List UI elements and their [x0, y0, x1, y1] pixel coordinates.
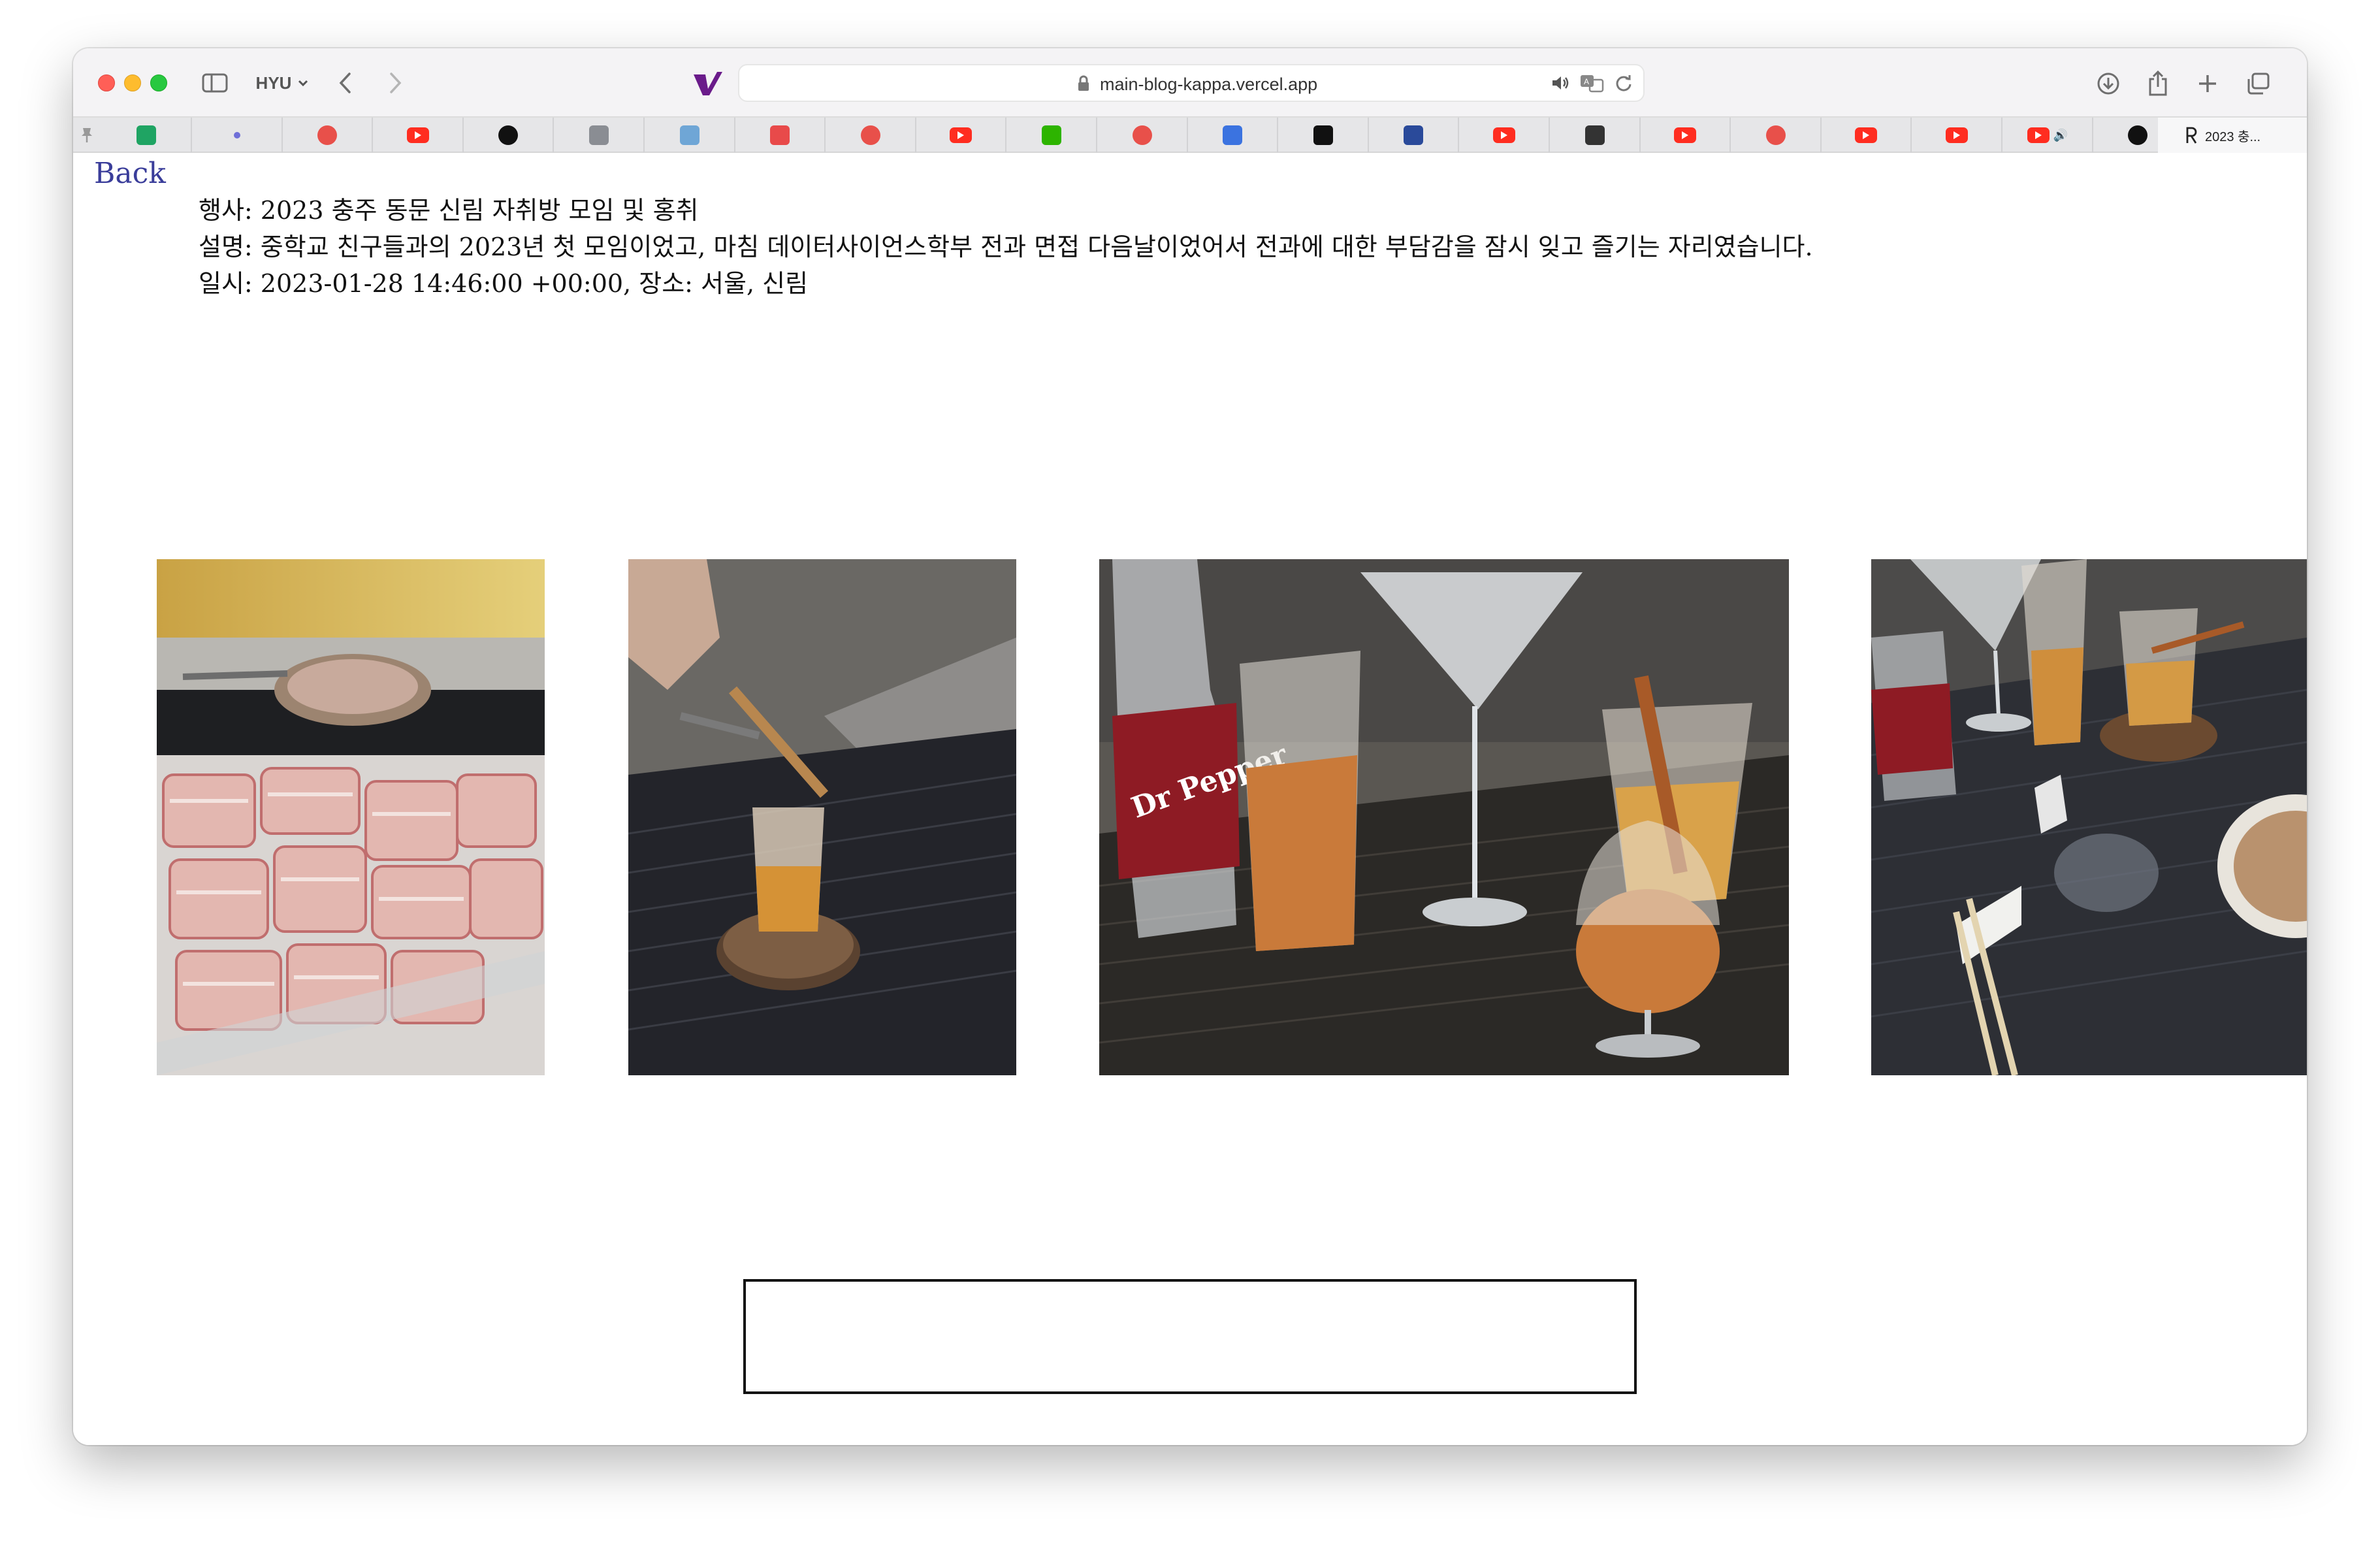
grid-icon [770, 125, 790, 145]
tab-speaker-icon[interactable]: 🔊 [2053, 129, 2068, 142]
profile-label: HYU [255, 73, 292, 93]
notion-icon [1313, 125, 1333, 145]
share-icon[interactable] [2142, 68, 2174, 99]
youtube-icon [950, 127, 972, 143]
dot-icon [227, 125, 247, 145]
profile-button[interactable]: HYU [243, 67, 321, 99]
close-window-button[interactable] [98, 74, 115, 91]
pork-belly-photo[interactable] [157, 559, 545, 1075]
pinned-tab[interactable] [1731, 118, 1822, 153]
pinned-tab[interactable] [645, 118, 735, 153]
event-title-line: 행사: 2023 충주 동문 신림 자취방 모임 및 홍취 [199, 196, 699, 225]
site-r-icon [2186, 127, 2197, 144]
pinned-tab[interactable] [102, 118, 192, 153]
downloads-icon[interactable] [2093, 68, 2124, 99]
translate-icon[interactable]: A [1579, 73, 1605, 93]
pinned-tab[interactable] [1641, 118, 1731, 153]
youtube-icon [2027, 127, 2050, 143]
url-text: main-blog-kappa.vercel.app [1100, 74, 1318, 94]
back-link[interactable]: Back [94, 157, 166, 190]
pinned-tab[interactable] [464, 118, 554, 153]
pinned-tab[interactable] [735, 118, 826, 153]
pinned-tab[interactable] [1188, 118, 1278, 153]
pinned-tab[interactable] [193, 118, 283, 153]
daum-icon [861, 125, 880, 145]
daum-icon [1766, 125, 1786, 145]
youtube-icon [1946, 127, 1968, 143]
drinks-table-photo[interactable]: Dr Pepper [1099, 559, 1789, 1075]
event-info: 행사: 2023 충주 동문 신림 자취방 모임 및 홍취 설명: 중학교 친구… [199, 192, 1813, 302]
pinned-tab[interactable] [374, 118, 464, 153]
speaker-icon[interactable] [1551, 74, 1570, 92]
youtube-icon [1855, 127, 1877, 143]
event-description-line: 설명: 중학교 친구들과의 2023년 첫 모임이었고, 마침 데이터사이언스학… [199, 233, 1813, 261]
pinned-tab[interactable] [916, 118, 1006, 153]
pinned-tab[interactable] [1460, 118, 1550, 153]
tab-overview-icon[interactable] [2243, 68, 2274, 99]
kiki-icon [680, 125, 700, 145]
triangle-icon [2128, 125, 2147, 145]
tab-active[interactable]: 2023 충... [2158, 118, 2307, 153]
reload-icon[interactable] [1615, 74, 1633, 92]
active-tab-title: 2023 충... [2205, 129, 2261, 144]
layout-icon [1404, 125, 1423, 145]
pinned-tab[interactable] [1007, 118, 1097, 153]
sidebar-toggle-icon[interactable] [199, 67, 231, 99]
daum-icon [317, 125, 337, 145]
tab-strip: 🔊 2023 충... [73, 118, 2307, 153]
history-forward-button[interactable] [379, 67, 411, 99]
browser-toolbar: HYU main-blog-kappa.vercel.app A [73, 48, 2307, 118]
new-tab-icon[interactable] [2192, 68, 2223, 99]
pinned-tab[interactable] [826, 118, 916, 153]
pin-icon [82, 128, 92, 142]
zoom-window-button[interactable] [150, 74, 167, 91]
pinned-tab[interactable]: 🔊 [2003, 118, 2093, 153]
comment-box[interactable] [743, 1279, 1637, 1394]
pinned-tab[interactable] [555, 118, 645, 153]
history-back-button[interactable] [329, 67, 362, 99]
pinned-tab[interactable] [1551, 118, 1641, 153]
page-content: Back 행사: 2023 충주 동문 신림 자취방 모임 및 홍취 설명: 중… [73, 154, 2307, 1445]
event-datetime-line: 일시: 2023-01-28 14:46:00 +00:00, 장소: 서울, … [199, 269, 809, 298]
address-bar[interactable]: main-blog-kappa.vercel.app A [738, 64, 1645, 102]
whisky-glass-photo[interactable] [628, 559, 1016, 1075]
figure-icon [1585, 125, 1605, 145]
swirl-icon [498, 125, 518, 145]
site-favicon-icon [694, 72, 722, 95]
minimize-window-button[interactable] [124, 74, 141, 91]
g-icon [589, 125, 609, 145]
browser-window: HYU main-blog-kappa.vercel.app A 🔊 2023 … [73, 48, 2307, 1445]
chevron-down-icon [298, 80, 308, 87]
naver-icon [1042, 125, 1061, 145]
bookmark-icon [1223, 125, 1242, 145]
lock-icon [1078, 75, 1089, 91]
sheets-icon [137, 125, 156, 145]
pinned-tab[interactable] [283, 118, 373, 153]
youtube-icon [1674, 127, 1696, 143]
pinned-tab[interactable] [1098, 118, 1188, 153]
daum-icon [1133, 125, 1152, 145]
pinned-tab[interactable] [1912, 118, 2002, 153]
svg-text:A: A [1584, 77, 1589, 86]
pinned-tab[interactable] [1369, 118, 1459, 153]
pinned-tab[interactable] [1279, 118, 1369, 153]
pinned-tab[interactable] [1822, 118, 1912, 153]
table-overview-photo[interactable] [1871, 559, 2307, 1075]
youtube-icon [1493, 127, 1515, 143]
youtube-icon [407, 127, 429, 143]
